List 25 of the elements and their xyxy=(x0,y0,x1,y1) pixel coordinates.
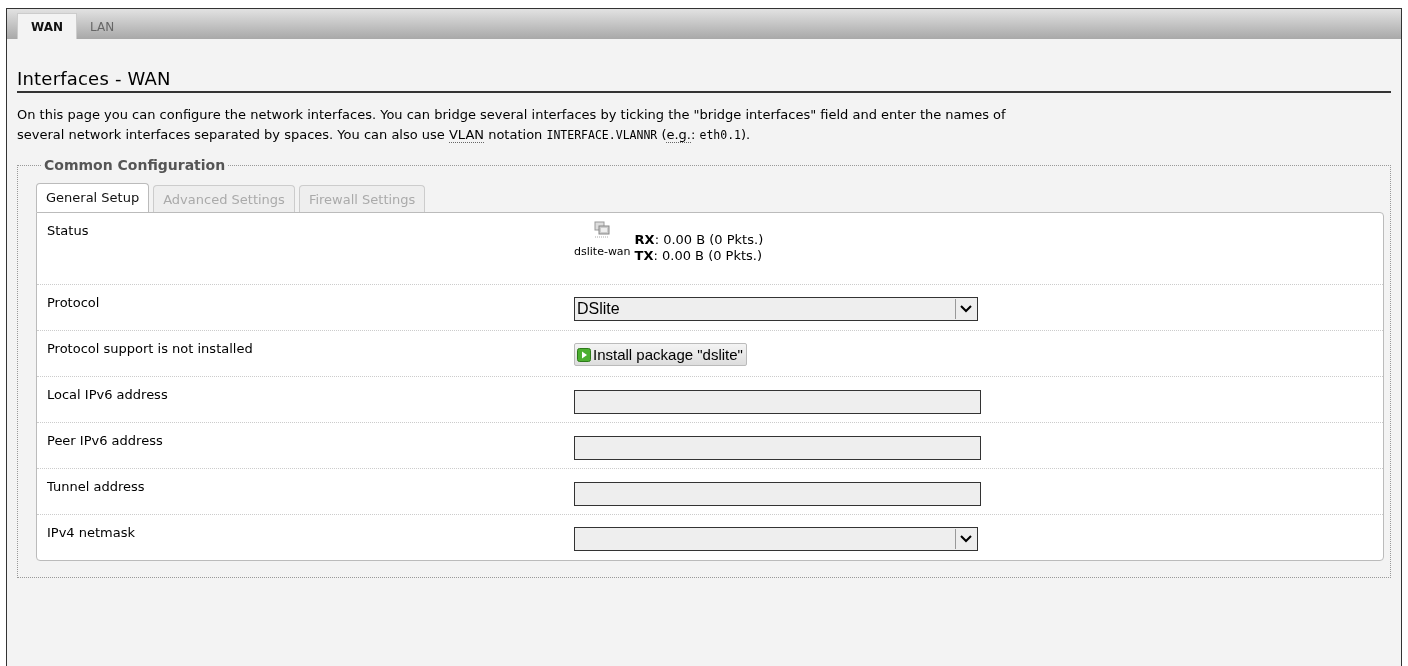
install-button[interactable]: Install package "dslite" xyxy=(574,343,747,366)
tab[interactable]: WAN xyxy=(17,13,78,39)
interface-name: dslite-wan xyxy=(574,245,631,258)
field-label: Protocol xyxy=(47,295,101,312)
section-legend: Common Configuration xyxy=(42,157,228,173)
description-paragraph: On this page you can configure the network interfaces. You can bridge several interfaces by ticking the "bridge interfaces" field and enter the names of several network interfaces separated by spaces. You can also use VLAN notation INTERFACE.VLANNR (e.g.: eth0.1). xyxy=(17,106,1007,145)
dropdown-select[interactable] xyxy=(574,527,978,551)
field-label: Peer IPv6 address xyxy=(47,433,164,450)
tab[interactable]: General Setup xyxy=(36,183,150,212)
page-heading: Interfaces - WAN xyxy=(17,68,1391,93)
field-label: IPv4 netmask xyxy=(47,525,137,542)
play-icon xyxy=(577,347,591,362)
field-label: Tunnel address xyxy=(47,479,146,496)
traffic-stat: TX: 0.00 B (0 Pkts.) xyxy=(634,248,764,264)
field-label: Status xyxy=(47,223,90,240)
field-label: Local IPv6 address xyxy=(47,387,169,404)
input-field[interactable] xyxy=(574,436,981,460)
chevron-down-icon xyxy=(960,305,972,313)
field-label: Protocol support is not installed xyxy=(47,341,254,358)
network-interface-icon xyxy=(594,221,611,239)
traffic-stat: RX: 0.00 B (0 Pkts.) xyxy=(634,232,764,248)
protocol-select[interactable]: DSlite xyxy=(574,297,978,321)
chevron-down-icon xyxy=(960,535,972,543)
input-field[interactable] xyxy=(574,390,981,414)
input-field[interactable] xyxy=(574,482,981,506)
